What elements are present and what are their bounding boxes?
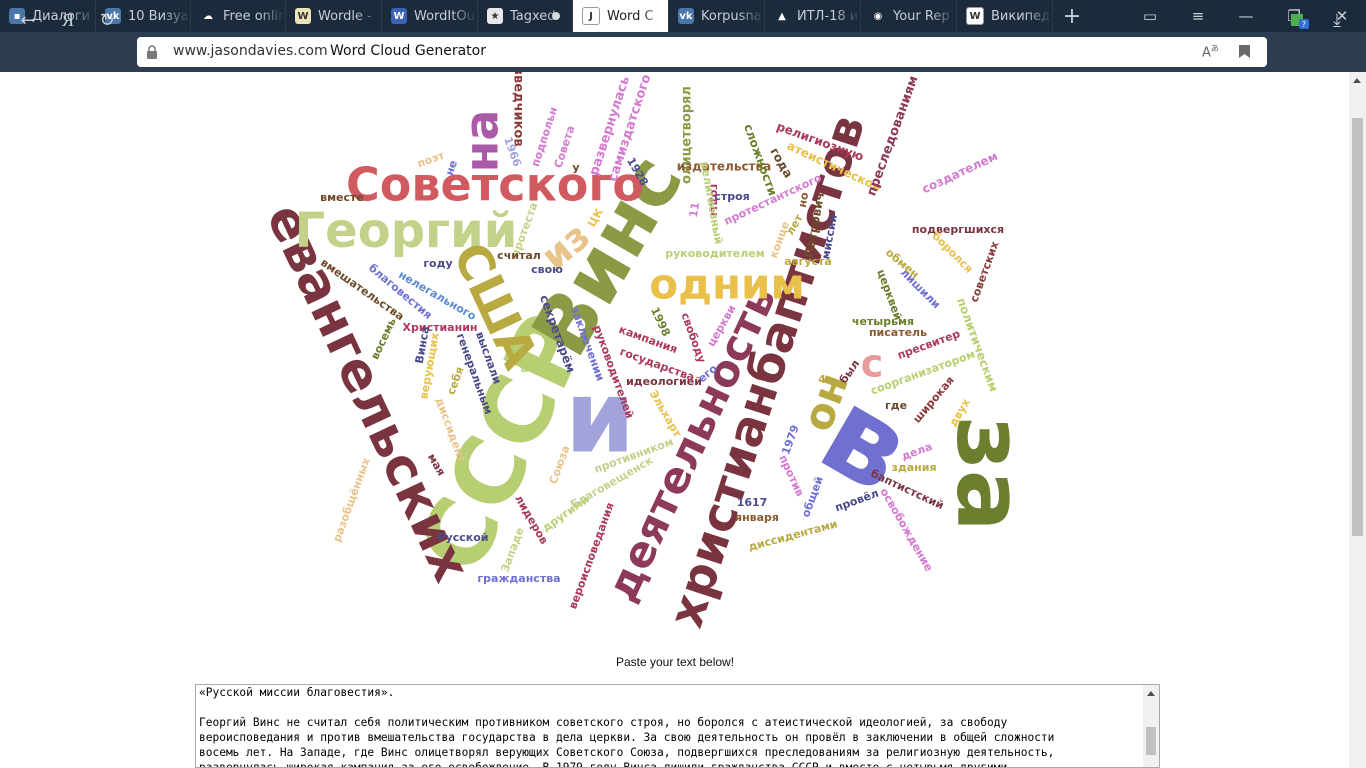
cloud-word: 4 <box>818 373 826 386</box>
textarea-scrollbar[interactable] <box>1143 685 1159 767</box>
paste-caption: Paste your text below! <box>615 655 735 669</box>
tab-6[interactable]: J Word C <box>573 0 669 32</box>
worditout-icon: W <box>391 8 407 24</box>
tab-7[interactable]: vk Korpusna <box>669 0 765 32</box>
cloud-word: с <box>861 342 884 386</box>
extension-icon[interactable]: ? <box>1284 4 1316 36</box>
cloud-word: 1617 <box>737 496 768 509</box>
textarea-line: развернулась широкая кампания за его осв… <box>199 761 1008 768</box>
cloud-word: вместе <box>320 191 364 204</box>
cloud-word: себя <box>445 365 467 396</box>
cloud-word: считал <box>497 249 541 262</box>
github-icon: ◉ <box>870 8 886 24</box>
cloud-word: разобщённых <box>330 456 373 544</box>
wikipedia-icon: W <box>966 7 984 25</box>
jasondavies-icon: J <box>582 7 600 25</box>
word-cloud: в заиСССРВинсевангельских христианбаптисто… <box>254 72 1044 634</box>
cloud-word: одним <box>649 260 805 309</box>
cloud-word: подвергшихся <box>912 223 1004 236</box>
cloud-word: акции <box>521 362 559 375</box>
vk-icon: vk <box>678 8 694 24</box>
cloud-word: 11 <box>687 201 702 218</box>
cloud-word: где <box>885 399 907 412</box>
tab-9[interactable]: ◉ Your Rep <box>861 0 957 32</box>
tab-5[interactable]: ★ Tagxed <box>478 0 573 32</box>
cloud-word: 1979 <box>779 423 802 456</box>
tab-4[interactable]: W WordItOu <box>382 0 478 32</box>
cloud-word: свободу <box>678 311 708 365</box>
address-page-title: Word Cloud Generator <box>330 43 486 59</box>
reload-icon[interactable]: ↻ <box>91 4 123 36</box>
textarea-line: восемь лет. На Западе, где Винс олицетво… <box>199 746 1055 759</box>
address-bar[interactable]: www.jasondavies.com Word Cloud Generator… <box>137 37 1267 67</box>
cloud-word: Русской <box>437 531 488 544</box>
tab-audio-dot-icon <box>552 12 560 20</box>
star-icon: ★ <box>487 8 503 24</box>
textarea-line <box>199 700 1134 715</box>
new-tab-button[interactable]: + <box>1053 0 1091 32</box>
textarea-line: Георгий Винс не считал себя политическим… <box>199 716 1008 729</box>
scroll-up-icon[interactable] <box>1353 78 1361 83</box>
cloud-word: создателем <box>920 149 1000 196</box>
tab-3[interactable]: W Wordle - <box>286 0 382 32</box>
cloud-word: за <box>937 416 1044 532</box>
lock-icon <box>147 45 157 59</box>
textarea-content: «Русской миссии благовестия». Георгий Вин… <box>199 685 1134 768</box>
cloud-word: свою <box>531 263 563 276</box>
cloud-icon: ☁ <box>200 8 216 24</box>
cloud-word: политическим <box>954 296 1001 394</box>
cloud-word: но <box>796 191 812 209</box>
bookmark-icon[interactable] <box>1239 45 1250 58</box>
textarea-line: «Русской миссии благовестия». <box>199 686 395 699</box>
translate-icon[interactable]: Aあ <box>1202 43 1219 60</box>
page-scroll-thumb[interactable] <box>1352 118 1363 536</box>
download-icon[interactable]: ⤓ <box>1321 4 1353 36</box>
cloud-word: января <box>735 511 779 524</box>
tab-10[interactable]: W Википед <box>957 0 1053 32</box>
cloud-word: августа <box>784 255 832 268</box>
text-input-area[interactable]: «Русской миссии благовестия». Георгий Вин… <box>195 684 1160 768</box>
address-domain: www.jasondavies.com <box>173 43 328 59</box>
menu-icon[interactable]: ≡ <box>1174 0 1222 32</box>
cloud-word: четырьмя <box>852 315 914 328</box>
cloud-word: гражданства <box>477 572 560 585</box>
tab-8[interactable]: ▲ ИТЛ-18 и <box>765 0 861 32</box>
cloud-word: боролся <box>929 230 975 276</box>
cloud-word: году <box>423 257 452 270</box>
tab-2[interactable]: ☁ Free onlin <box>191 0 286 32</box>
bookmarks-panel-icon[interactable]: ▭ <box>1126 0 1174 32</box>
yandex-icon[interactable]: Я <box>52 4 84 36</box>
svg-text:?: ? <box>1302 20 1306 29</box>
back-arrow-icon[interactable]: ← <box>12 4 44 36</box>
cloud-word: здания <box>891 461 936 474</box>
cloud-word: на <box>455 110 509 173</box>
minimize-button[interactable]: — <box>1222 0 1270 32</box>
cloud-word: у <box>572 161 579 174</box>
textarea-scroll-up-icon[interactable] <box>1147 691 1155 696</box>
wordle-icon: W <box>295 8 311 24</box>
cloud-word: советских <box>968 240 1002 304</box>
cloud-word: руководителем <box>665 247 765 260</box>
textarea-line: вероисповедания и против вмешательства г… <box>199 731 1055 744</box>
google-drive-icon: ▲ <box>774 8 790 24</box>
textarea-scroll-thumb[interactable] <box>1146 727 1156 755</box>
